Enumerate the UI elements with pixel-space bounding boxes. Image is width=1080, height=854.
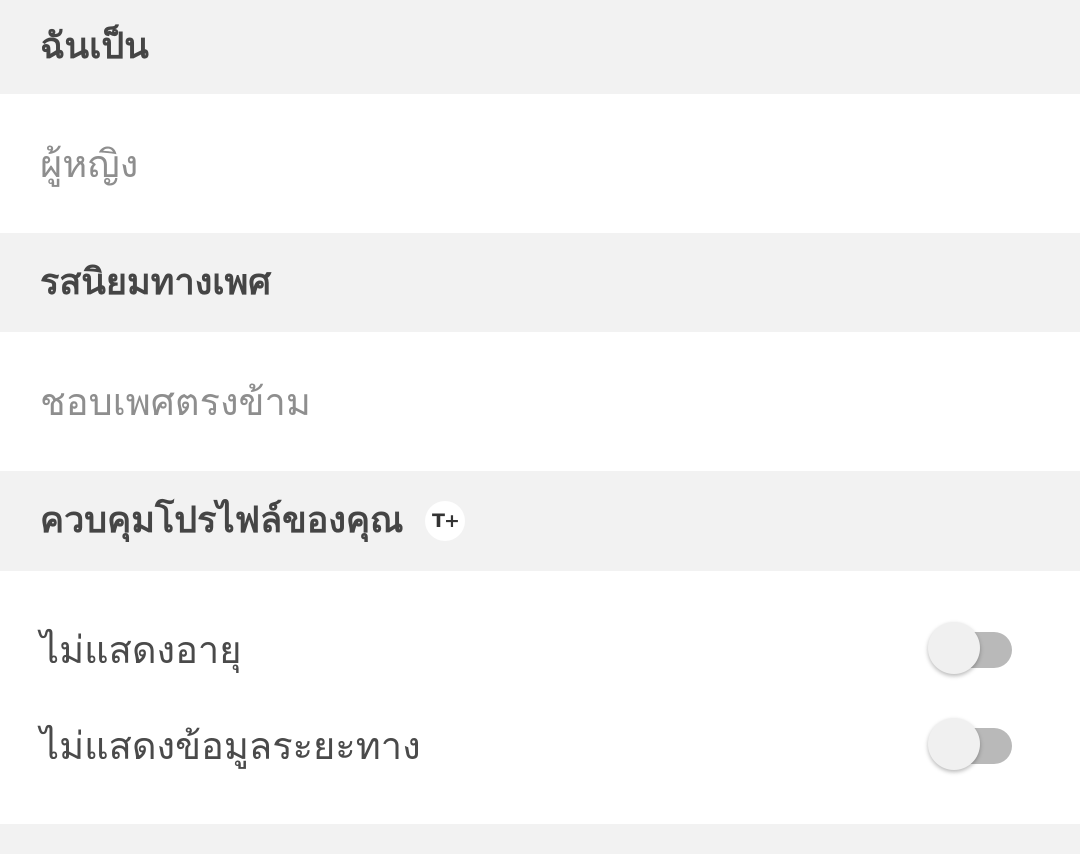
section-title-profile-control: ควบคุมโปรไฟล์ของคุณ: [40, 500, 404, 541]
section-title-orientation: รสนิยมทางเพศ: [40, 261, 272, 303]
toggle-knob: [928, 622, 980, 674]
section-header-profile-control: ควบคุมโปรไฟล์ของคุณ T+: [0, 471, 1080, 571]
toggle-row-hide-distance: ไม่แสดงข้อมูลระยะทาง: [0, 711, 1080, 781]
section-title-gender: ฉันเป็น: [40, 26, 149, 67]
gender-row[interactable]: ผู้หญิง: [0, 94, 1080, 233]
section-header-orientation: รสนิยมทางเพศ: [0, 233, 1080, 332]
toggle-label-hide-age: ไม่แสดงอายุ: [40, 628, 242, 672]
section-header-next: [0, 824, 1080, 854]
orientation-value: ชอบเพศตรงข้าม: [40, 379, 311, 424]
section-header-gender: ฉันเป็น: [0, 0, 1080, 94]
toggle-knob: [928, 718, 980, 770]
hide-age-toggle[interactable]: [928, 622, 1012, 678]
gender-value: ผู้หญิง: [40, 141, 139, 186]
orientation-row[interactable]: ชอบเพศตรงข้าม: [0, 332, 1080, 471]
tinder-plus-badge: T+: [425, 501, 466, 541]
hide-distance-toggle[interactable]: [928, 718, 1012, 774]
toggle-label-hide-distance: ไม่แสดงข้อมูลระยะทาง: [40, 724, 421, 768]
toggle-row-hide-age: ไม่แสดงอายุ: [0, 615, 1080, 685]
toggles-container: ไม่แสดงอายุ ไม่แสดงข้อมูลระยะทาง: [0, 571, 1080, 824]
